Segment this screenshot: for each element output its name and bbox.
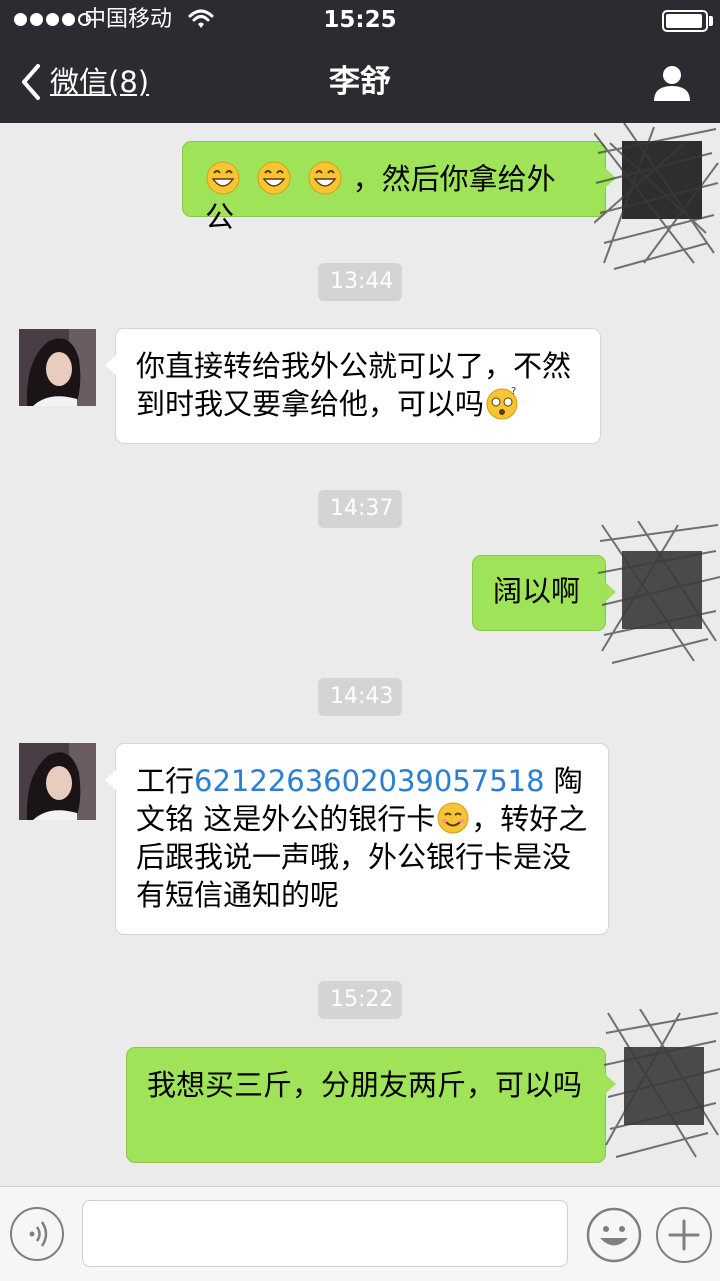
message-outgoing[interactable]: 阔以啊: [472, 555, 616, 631]
message-text: 阔以啊: [493, 574, 581, 608]
nav-bar: 微信(8) 李舒: [0, 40, 720, 123]
battery-tip: [709, 16, 713, 26]
timestamp: 15:22: [318, 981, 402, 1019]
emoji-icon[interactable]: [586, 1207, 642, 1263]
message-incoming[interactable]: 工行6212263602039057518 陶文铭 这是外公的银行卡 ，转好之后跟…: [105, 743, 609, 935]
grin-emoji: [257, 161, 291, 195]
chat-title: 李舒: [329, 64, 391, 100]
voice-button[interactable]: [10, 1207, 64, 1261]
voice-icon: [29, 1221, 48, 1247]
status-bar: 中国移动 15:25: [0, 0, 720, 40]
smile-emoji: [437, 802, 469, 834]
svg-text:?: ?: [511, 386, 516, 397]
message-outgoing[interactable]: 我想买三斤，分朋友两斤，可以吗: [126, 1047, 616, 1163]
plus-icon: [668, 1219, 700, 1251]
redacted-avatar: [604, 1009, 720, 1158]
message-incoming[interactable]: 你直接转给我外公就可以了，不然到时我又要拿给他，可以吗?: [105, 328, 601, 444]
grin-emoji: [206, 161, 240, 195]
dizzy-face-emoji: ?: [486, 386, 518, 420]
status-time: 15:25: [323, 7, 397, 33]
timestamp: 13:44: [318, 263, 402, 301]
bank-card-number-link[interactable]: 6212263602039057518: [194, 764, 545, 798]
message-input[interactable]: [82, 1200, 568, 1267]
grin-emoji: [308, 161, 342, 195]
input-bar: [0, 1186, 720, 1281]
avatar[interactable]: [19, 743, 96, 820]
message-outgoing[interactable]: ，然后你拿给外公: [182, 141, 616, 234]
person-icon[interactable]: [652, 64, 692, 102]
chat-area[interactable]: ，然后你拿给外公 13:44 你直接转给我外公就可以了，不然到时我又要拿给他，可…: [0, 123, 720, 1186]
timestamp: 14:43: [318, 678, 402, 716]
timestamp: 14:37: [318, 490, 402, 528]
message-text: 我想买三斤，分朋友两斤，可以吗: [147, 1068, 583, 1102]
redacted-avatar: [598, 521, 720, 664]
plus-button[interactable]: [656, 1207, 712, 1263]
redacted-avatar: [594, 123, 719, 270]
message-text-part: 工行: [136, 764, 195, 798]
battery-icon: [662, 10, 708, 32]
avatar[interactable]: [19, 329, 96, 406]
